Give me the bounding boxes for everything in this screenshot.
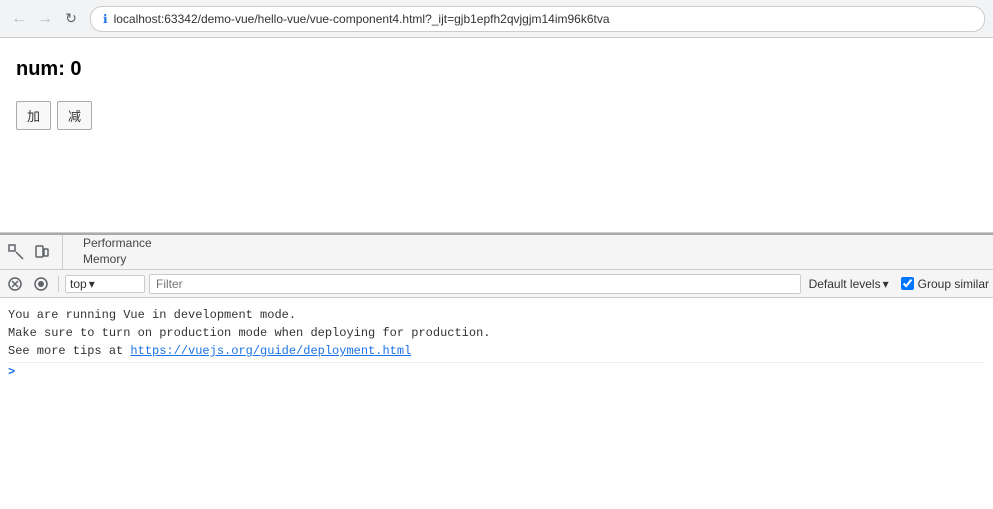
levels-dropdown-arrow: ▾ [883, 277, 889, 291]
subtract-button[interactable]: 减 [57, 101, 92, 130]
default-levels-select[interactable]: Default levels ▾ [809, 277, 889, 291]
group-similar-checkbox[interactable] [901, 277, 914, 290]
vue-deployment-link[interactable]: https://vuejs.org/guide/deployment.html [130, 344, 411, 358]
prompt-chevron: > [8, 365, 15, 379]
forward-button[interactable]: → [34, 8, 56, 30]
console-output: You are running Vue in development mode.… [0, 298, 993, 507]
devtools-icons [4, 235, 63, 269]
filter-input[interactable] [149, 274, 801, 294]
group-similar-checkbox-label[interactable]: Group similar [901, 277, 989, 291]
devtools-tabs-list: ElementsConsoleSourcesNetworkPerformance… [71, 235, 164, 270]
clear-console-button[interactable] [4, 273, 26, 295]
console-message-text-2: Make sure to turn on production mode whe… [8, 326, 490, 340]
context-dropdown-arrow: ▾ [89, 277, 95, 291]
address-bar[interactable]: ℹ [90, 6, 985, 32]
lock-icon: ℹ [103, 12, 108, 26]
back-button[interactable]: ← [8, 8, 30, 30]
toolbar-divider [58, 276, 59, 292]
levels-label: Default levels [809, 277, 881, 291]
refresh-button[interactable]: ↻ [60, 8, 82, 30]
num-display: num: 0 [16, 58, 977, 81]
console-message-text-1: You are running Vue in development mode. [8, 308, 296, 322]
prompt-input-area[interactable] [19, 365, 26, 379]
browser-chrome: ← → ↻ ℹ [0, 0, 993, 38]
address-input[interactable] [114, 12, 972, 26]
console-prompt[interactable]: > [8, 363, 985, 381]
stop-recording-button[interactable] [30, 273, 52, 295]
group-similar-label: Group similar [918, 277, 989, 291]
devtools-tabbar: ElementsConsoleSourcesNetworkPerformance… [0, 235, 993, 270]
add-button[interactable]: 加 [16, 101, 51, 130]
btn-group: 加 减 [16, 101, 977, 130]
devtools-panel: ElementsConsoleSourcesNetworkPerformance… [0, 233, 993, 507]
console-message-1: You are running Vue in development mode.… [8, 304, 985, 363]
context-select[interactable]: top ▾ [65, 275, 145, 293]
tab-performance[interactable]: Performance [71, 236, 164, 252]
tab-memory[interactable]: Memory [71, 252, 164, 268]
console-toolbar: top ▾ Default levels ▾ Group similar [0, 270, 993, 298]
inspect-element-icon[interactable] [4, 240, 28, 264]
device-mode-icon[interactable] [30, 240, 54, 264]
context-label: top [70, 277, 87, 291]
page-content: num: 0 加 减 [0, 38, 993, 233]
nav-buttons: ← → ↻ [8, 8, 82, 30]
console-message-text-3: See more tips at [8, 344, 130, 358]
